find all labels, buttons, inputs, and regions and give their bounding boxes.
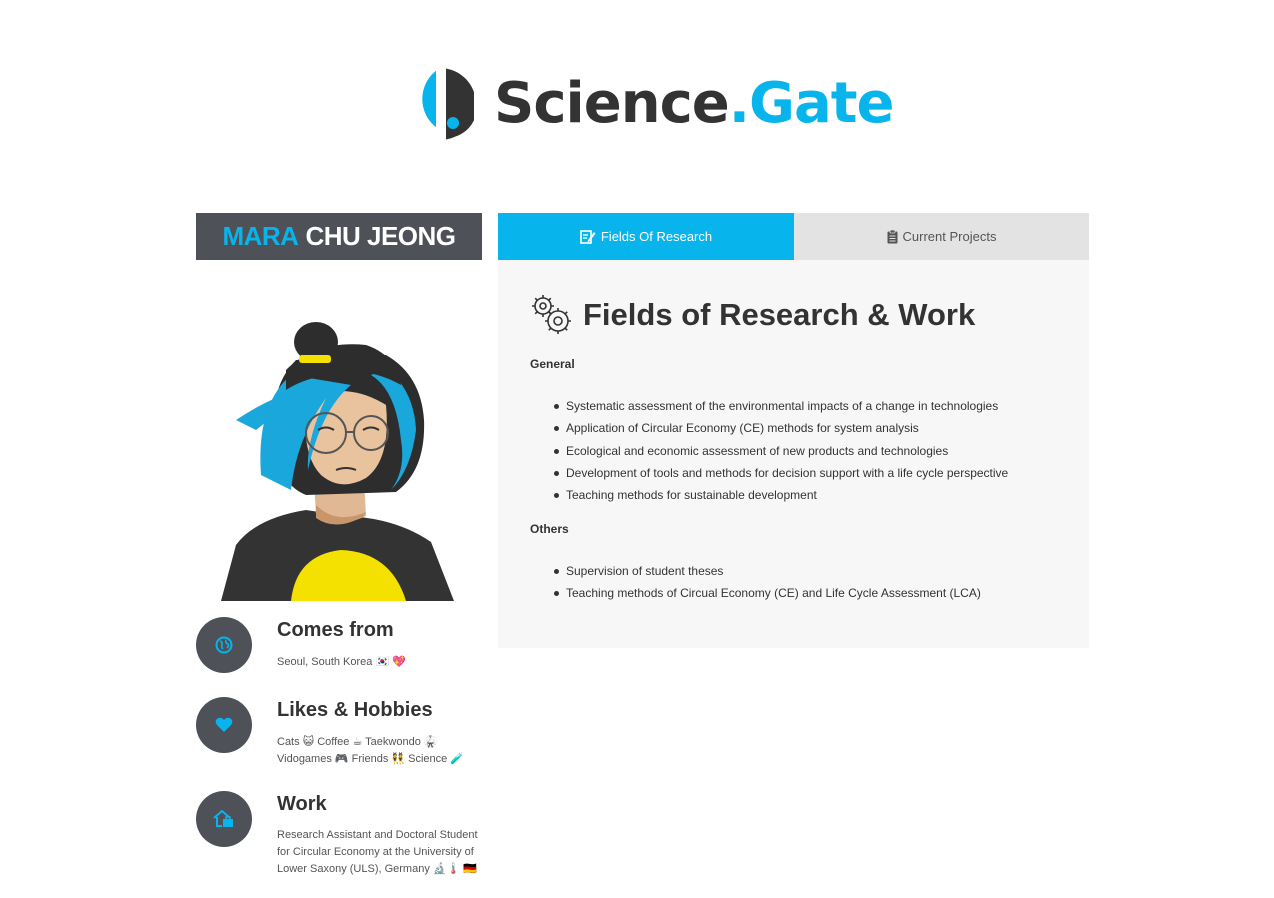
info-text-line: Vidogames 🎮 Friends 👯 Science 🧪	[277, 753, 465, 765]
info-text: Seoul, South Korea 🇰🇷 💖	[277, 656, 406, 668]
tab-label: Fields Of Research	[600, 229, 713, 244]
site-logo[interactable]: Science.Gate	[406, 66, 895, 142]
portrait-illustration-icon	[221, 322, 454, 601]
heart-icon	[196, 697, 252, 753]
general-list: Systematic assessment of the environment…	[553, 399, 1008, 510]
logo-gate-text: .Gate	[728, 71, 895, 136]
info-likes-hobbies: Likes & Hobbies Cats 😺 Coffee ☕ Taekwond…	[196, 697, 496, 777]
tab-fields-of-research[interactable]: Fields Of Research	[498, 213, 794, 260]
section-label-general: General	[530, 357, 575, 371]
list-item: Systematic assessment of the environment…	[553, 399, 1008, 421]
info-title: Likes & Hobbies	[277, 699, 433, 721]
info-comes-from: Comes from Seoul, South Korea 🇰🇷 💖	[196, 617, 496, 677]
gears-icon	[532, 295, 571, 334]
last-name: CHU JEONG	[305, 221, 456, 251]
section-label-others: Others	[530, 522, 569, 536]
info-text-line: for Circular Economy at the University o…	[277, 846, 474, 858]
tab-current-projects[interactable]: Current Projects	[794, 213, 1089, 260]
profile-tabs: Fields Of Research Current Projects	[498, 213, 1089, 260]
info-text-line: Lower Saxony (ULS), Germany 🔬🌡️ 🇩🇪	[277, 863, 478, 875]
others-list: Supervision of student theses Teaching m…	[554, 564, 981, 609]
info-text: Research Assistant and Doctoral Student …	[277, 827, 487, 878]
info-text-line: Research Assistant and Doctoral Student	[277, 829, 478, 841]
edit-icon	[580, 230, 596, 244]
list-item: Supervision of student theses	[554, 564, 981, 586]
clipboard-icon	[887, 229, 898, 243]
first-name: MARA	[222, 221, 299, 251]
fields-of-research-panel: Fields of Research & Work General System…	[498, 260, 1089, 648]
list-item: Teaching methods for sustainable develop…	[553, 488, 1008, 510]
logo-wordmark: Science.Gate	[494, 76, 895, 132]
info-title: Work	[277, 793, 327, 815]
info-text: Cats 😺 Coffee ☕ Taekwondo 🥋 Vidogames 🎮 …	[277, 734, 487, 768]
home-work-icon	[196, 791, 252, 847]
panel-heading: Fields of Research & Work	[529, 292, 975, 337]
profile-name-banner: MARA CHU JEONG	[196, 213, 482, 260]
info-text-line: Cats 😺 Coffee ☕ Taekwondo 🥋	[277, 736, 438, 748]
list-item: Application of Circular Economy (CE) met…	[553, 421, 1008, 443]
info-title: Comes from	[277, 619, 394, 641]
list-item: Ecological and economic assessment of ne…	[553, 444, 1008, 466]
panel-title: Fields of Research & Work	[583, 296, 976, 332]
avatar	[196, 280, 482, 601]
info-work: Work Research Assistant and Doctoral Stu…	[196, 791, 496, 891]
list-item: Teaching methods of Circual Economy (CE)…	[554, 586, 981, 608]
globe-icon	[196, 617, 252, 673]
tab-label: Current Projects	[902, 229, 997, 244]
logo-science-text: Science	[494, 71, 730, 136]
list-item: Development of tools and methods for dec…	[553, 466, 1008, 488]
science-gate-logo-icon	[422, 68, 474, 140]
